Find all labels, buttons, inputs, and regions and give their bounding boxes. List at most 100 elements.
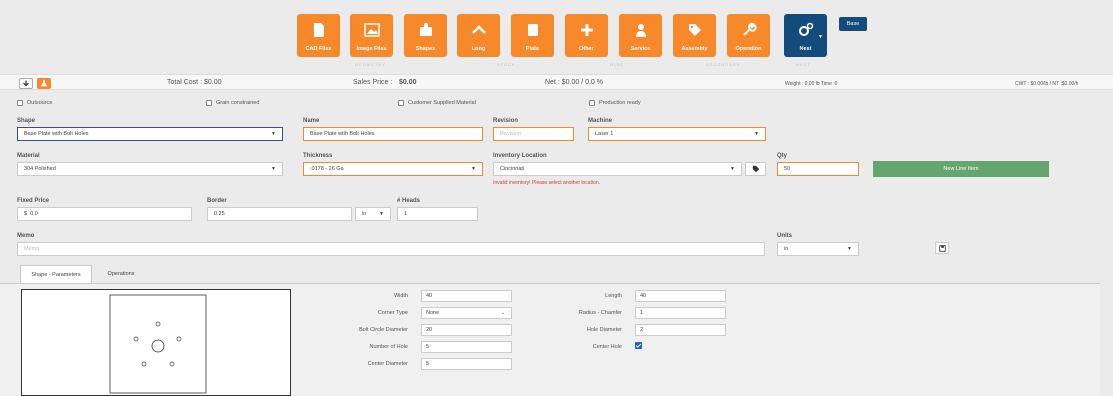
nest-button[interactable]: Nest ▼ (784, 14, 827, 57)
tag-icon (752, 165, 759, 173)
shape-select[interactable]: Base Plate with Bolt Holes ▼ (17, 127, 283, 141)
heads-value: 1 (404, 211, 408, 217)
summary-bar: Total Cost : $0.00 Sales Price : $0.00 N… (0, 74, 1113, 90)
save-icon (938, 245, 946, 252)
material-select[interactable]: 304 Polished ▼ (17, 162, 283, 176)
new-line-item-button[interactable]: New Line Item (873, 161, 1049, 177)
shapes-label: Shapes (415, 46, 436, 52)
inventory-value: Cincinnati (500, 166, 525, 172)
tab-shape-parameters[interactable]: Shape - Parameters (20, 265, 92, 283)
qty-value: 50 (784, 166, 791, 172)
shape-value: Base Plate with Bolt Holes (24, 131, 89, 137)
width-input[interactable]: 40 (421, 290, 512, 302)
assembly-label: Assembly (681, 46, 708, 52)
caret-down-icon: ▼ (730, 166, 735, 172)
name-input[interactable]: Base Plate with Bolt Holes (303, 127, 483, 141)
center-hole-checkbox[interactable] (635, 342, 642, 349)
group-label-geometry: GEOMETRY (355, 62, 386, 67)
machine-select[interactable]: Laser 1 ▼ (588, 127, 766, 141)
num-holes-value: 5 (426, 344, 430, 350)
assembly-button[interactable]: Assembly (673, 14, 716, 57)
revision-input[interactable]: Revision (493, 127, 574, 141)
long-button[interactable]: Long (457, 14, 500, 57)
caret-down-icon: ▼ (754, 131, 759, 137)
caret-down-icon: ▼ (271, 166, 276, 172)
num-holes-label: Number of Hole (369, 344, 408, 350)
grain-constrained-checkbox[interactable]: Grain constrained (206, 100, 259, 106)
tag-icon (688, 24, 701, 36)
machine-label: Machine (588, 118, 613, 124)
length-label: Length (605, 293, 622, 299)
bolt-circle-label: Bolt Circle Diameter (359, 327, 408, 333)
service-button[interactable]: Service (619, 14, 662, 57)
tab-operations[interactable]: Operations (97, 265, 145, 283)
customer-material-label: Customer Supplied Material (408, 100, 476, 106)
plate-button[interactable]: Plate (511, 14, 554, 57)
machine-value: Laser 1 (595, 131, 614, 137)
hole-diameter-value: 2 (640, 327, 644, 333)
revision-placeholder: Revision (500, 131, 522, 137)
thickness-label: Thickness (303, 153, 333, 159)
fixed-price-input[interactable]: $ 0.0 (17, 207, 192, 221)
border-input[interactable]: 0.25 (207, 207, 352, 221)
center-diameter-input[interactable]: 5 (421, 358, 512, 370)
name-label: Name (303, 118, 320, 124)
image-files-button[interactable]: Image Files (350, 14, 393, 57)
width-value: 40 (426, 293, 433, 299)
operation-button[interactable]: Operation (727, 14, 770, 57)
heads-input[interactable]: 1 (397, 207, 478, 221)
thickness-select[interactable]: .0178 - 26 Ga ▼ (303, 162, 483, 176)
shape-preview (21, 289, 291, 396)
checkbox-box (17, 100, 23, 106)
cad-files-button[interactable]: CAD Files (297, 14, 340, 57)
outsource-checkbox[interactable]: Outsource (17, 100, 52, 106)
cwt-value: CWT : $0.00/lb / NT :$0.00/h (1015, 81, 1079, 87)
corner-type-select[interactable]: None ⌄ (421, 307, 512, 319)
units-value: in (784, 246, 789, 252)
center-diameter-value: 5 (426, 361, 430, 367)
memo-placeholder: Memo (24, 246, 40, 252)
tag-button[interactable] (745, 162, 766, 176)
border-unit-select[interactable]: in ▼ (355, 207, 391, 221)
caret-down-icon[interactable]: ▼ (818, 34, 823, 40)
bolt-circle-input[interactable]: 20 (421, 324, 512, 336)
outsource-label: Outsource (27, 100, 53, 106)
base-button[interactable]: Base (839, 17, 867, 31)
border-value: 0.25 (214, 211, 225, 217)
num-holes-input[interactable]: 5 (421, 341, 512, 353)
shapes-button[interactable]: Shapes (404, 14, 447, 57)
production-ready-checkbox[interactable]: Production ready (589, 100, 641, 106)
inventory-error: Invalid inventory! Please select another… (493, 180, 601, 186)
image-files-label: Image Files (356, 46, 387, 52)
calculator-button[interactable] (37, 78, 51, 89)
image-icon (363, 23, 380, 37)
plate-label: Plate (525, 46, 540, 52)
checkbox-box (589, 100, 595, 106)
length-input[interactable]: 40 (635, 290, 726, 302)
sales-price-label: Sales Price : (353, 79, 393, 86)
radius-chamfer-input[interactable]: 1 (635, 307, 726, 319)
center-hole-label: Center Hole (592, 344, 622, 350)
total-cost: Total Cost : $0.00 (167, 79, 222, 86)
gears-icon (798, 22, 813, 36)
save-button[interactable] (935, 242, 949, 254)
flask-icon (40, 79, 48, 87)
arrow-down-icon (23, 80, 29, 87)
fixed-price-label: Fixed Price (17, 198, 50, 204)
qty-input[interactable]: 50 (777, 162, 859, 176)
puzzle-icon (419, 23, 432, 36)
grain-constrained-label: Grain constrained (216, 100, 260, 106)
memo-input[interactable]: Memo (17, 242, 765, 256)
inventory-select[interactable]: Cincinnati ▼ (493, 162, 742, 176)
plus-icon (580, 24, 593, 36)
units-select[interactable]: in ▼ (777, 242, 859, 256)
checkbox-box (206, 100, 212, 106)
caret-down-icon: ▼ (471, 166, 476, 172)
hole-diameter-input[interactable]: 2 (635, 324, 726, 336)
customer-material-checkbox[interactable]: Customer Supplied Material (398, 100, 476, 106)
hole-diameter-label: Hole Diameter (586, 327, 622, 333)
other-button[interactable]: Other (565, 14, 608, 57)
weight-time: Weight : 0.00 lb Time :0 (785, 81, 838, 87)
bolt-circle-value: 20 (426, 327, 433, 333)
download-button[interactable] (19, 78, 33, 89)
